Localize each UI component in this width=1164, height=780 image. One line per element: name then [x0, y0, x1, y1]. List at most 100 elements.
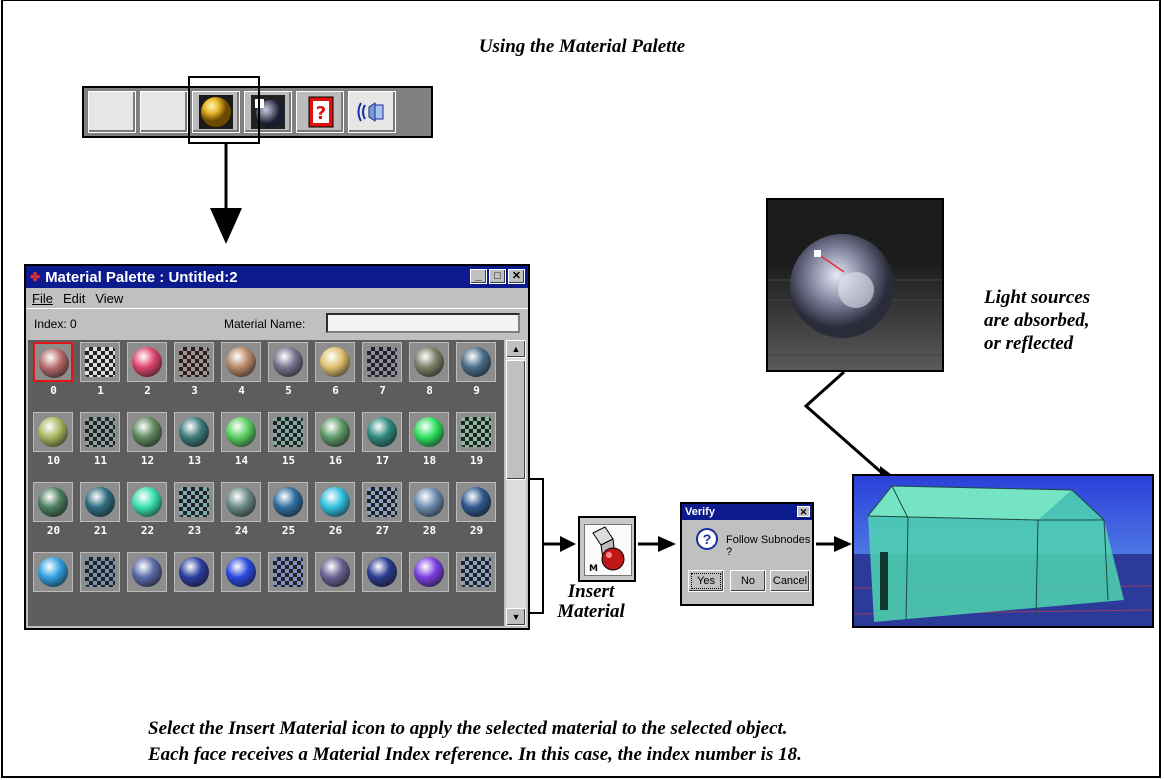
menu-view[interactable]: View	[95, 291, 123, 306]
material-tile[interactable]	[362, 412, 402, 452]
cancel-button[interactable]: Cancel	[770, 570, 810, 592]
material-swatch[interactable]	[453, 552, 500, 622]
material-swatch[interactable]: 11	[77, 412, 124, 482]
material-tile[interactable]	[127, 342, 167, 382]
scroll-thumb[interactable]	[506, 360, 526, 480]
material-swatch[interactable]	[30, 552, 77, 622]
material-swatch[interactable]: 16	[312, 412, 359, 482]
material-swatch[interactable]: 19	[453, 412, 500, 482]
maximize-button[interactable]: □	[489, 269, 506, 284]
material-tile[interactable]	[127, 412, 167, 452]
material-tile[interactable]	[174, 552, 214, 592]
material-swatch[interactable]: 14	[218, 412, 265, 482]
material-tile[interactable]	[127, 552, 167, 592]
material-tile[interactable]	[174, 482, 214, 522]
material-swatch[interactable]: 25	[265, 482, 312, 552]
material-tile[interactable]	[456, 482, 496, 522]
material-tile[interactable]	[80, 482, 120, 522]
material-tile[interactable]	[456, 342, 496, 382]
vertical-scrollbar[interactable]: ▲ ▼	[506, 340, 526, 626]
scroll-down-arrow-icon[interactable]: ▼	[506, 608, 526, 626]
material-swatch[interactable]: 3	[171, 342, 218, 412]
material-swatch[interactable]: 4	[218, 342, 265, 412]
material-swatch[interactable]: 15	[265, 412, 312, 482]
material-swatch[interactable]	[218, 552, 265, 622]
material-swatch[interactable]	[312, 552, 359, 622]
material-tile[interactable]	[33, 342, 73, 382]
material-tile[interactable]	[315, 552, 355, 592]
material-tile[interactable]	[456, 552, 496, 592]
menu-file[interactable]: File	[32, 291, 53, 306]
material-swatch[interactable]	[124, 552, 171, 622]
material-swatch[interactable]: 20	[30, 482, 77, 552]
material-swatch[interactable]: 27	[359, 482, 406, 552]
material-tile[interactable]	[80, 342, 120, 382]
material-swatch[interactable]	[406, 552, 453, 622]
material-swatch[interactable]: 23	[171, 482, 218, 552]
material-swatch[interactable]: 29	[453, 482, 500, 552]
material-tile[interactable]	[80, 552, 120, 592]
material-tile[interactable]	[362, 552, 402, 592]
material-tile[interactable]	[80, 412, 120, 452]
material-sphere-icon	[132, 557, 162, 587]
material-tile[interactable]	[127, 482, 167, 522]
material-tile[interactable]	[268, 412, 308, 452]
material-sphere-icon	[320, 557, 350, 587]
material-swatch[interactable]: 13	[171, 412, 218, 482]
material-swatch[interactable]	[359, 552, 406, 622]
material-tile[interactable]	[315, 342, 355, 382]
material-tile[interactable]	[409, 482, 449, 522]
verify-title-bar[interactable]: Verify ✕	[682, 504, 812, 520]
close-icon[interactable]: ✕	[797, 506, 810, 517]
material-tile[interactable]	[174, 342, 214, 382]
material-tile[interactable]	[409, 342, 449, 382]
close-button[interactable]: ✕	[508, 269, 525, 284]
yes-button[interactable]: Yes	[688, 570, 724, 592]
material-tile[interactable]	[33, 552, 73, 592]
material-swatch[interactable]: 8	[406, 342, 453, 412]
material-swatch[interactable]: 12	[124, 412, 171, 482]
material-swatch[interactable]	[265, 552, 312, 622]
material-swatch[interactable]: 28	[406, 482, 453, 552]
scroll-up-arrow-icon[interactable]: ▲	[506, 340, 526, 358]
menu-edit[interactable]: Edit	[63, 291, 85, 306]
material-swatch[interactable]: 10	[30, 412, 77, 482]
material-tile[interactable]	[456, 412, 496, 452]
material-swatch[interactable]: 24	[218, 482, 265, 552]
material-tile[interactable]	[221, 342, 261, 382]
material-swatch[interactable]: 6	[312, 342, 359, 412]
material-swatch[interactable]: 17	[359, 412, 406, 482]
material-tile[interactable]	[33, 482, 73, 522]
material-tile[interactable]	[315, 482, 355, 522]
material-tile[interactable]	[268, 342, 308, 382]
material-tile[interactable]	[268, 482, 308, 522]
material-tile[interactable]	[409, 412, 449, 452]
material-swatch[interactable]: 21	[77, 482, 124, 552]
material-swatch[interactable]: 26	[312, 482, 359, 552]
material-swatch[interactable]: 7	[359, 342, 406, 412]
material-tile[interactable]	[221, 552, 261, 592]
material-swatch[interactable]	[171, 552, 218, 622]
insert-material-button[interactable]: M	[578, 516, 636, 582]
material-swatch[interactable]: 0	[30, 342, 77, 412]
no-button[interactable]: No	[730, 570, 766, 592]
minimize-button[interactable]: _	[470, 269, 487, 284]
material-tile[interactable]	[268, 552, 308, 592]
material-tile[interactable]	[221, 412, 261, 452]
material-tile[interactable]	[362, 482, 402, 522]
material-swatch[interactable]	[77, 552, 124, 622]
material-swatch[interactable]: 22	[124, 482, 171, 552]
material-tile[interactable]	[409, 552, 449, 592]
material-swatch[interactable]: 2	[124, 342, 171, 412]
material-swatch[interactable]: 9	[453, 342, 500, 412]
material-swatch[interactable]: 5	[265, 342, 312, 412]
material-tile[interactable]	[174, 412, 214, 452]
material-tile[interactable]	[362, 342, 402, 382]
material-tile[interactable]	[315, 412, 355, 452]
material-name-input[interactable]	[326, 313, 520, 333]
window-title-bar[interactable]: ✤ Material Palette : Untitled:2 _ □ ✕	[26, 266, 528, 288]
material-tile[interactable]	[33, 412, 73, 452]
material-tile[interactable]	[221, 482, 261, 522]
material-swatch[interactable]: 18	[406, 412, 453, 482]
material-swatch[interactable]: 1	[77, 342, 124, 412]
